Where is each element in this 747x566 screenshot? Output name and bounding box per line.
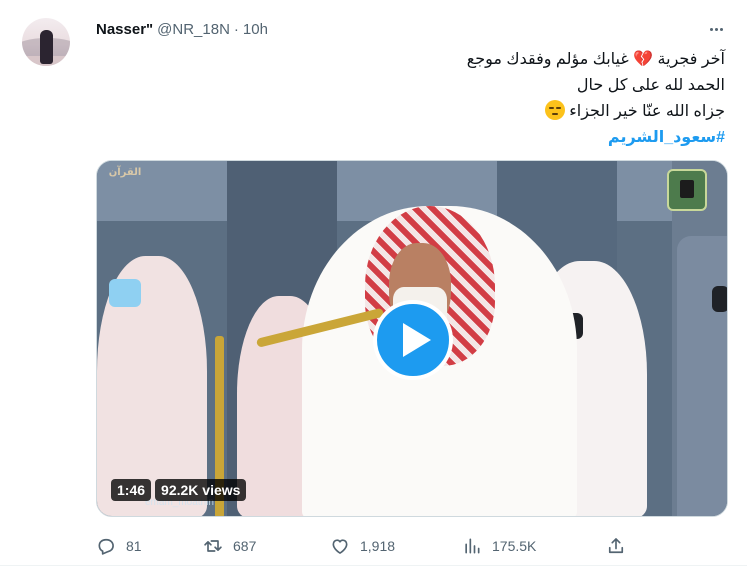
tweet-actions: 81 687 1,918 175.5K: [96, 534, 728, 558]
views-count: 175.5K: [492, 538, 537, 554]
video-face-mask: [712, 286, 727, 312]
broken-heart-icon: 💔: [633, 49, 654, 68]
video-duration: 1:46: [111, 479, 152, 501]
video-face-mask: [109, 279, 141, 307]
header-separator: ·: [233, 20, 239, 38]
reply-icon: [98, 538, 114, 555]
video-views: 92.2K views: [155, 479, 247, 501]
retweet-count: 687: [233, 538, 257, 554]
analytics-icon: [465, 538, 480, 554]
author-display-name[interactable]: Nasser": [96, 21, 153, 38]
tweet[interactable]: Nasser" @NR_18N · 10h آخر فجرية 💔 غيابك …: [0, 0, 747, 566]
tweet-line-2: الحمد لله على كل حال: [576, 77, 725, 94]
tweet-header: Nasser" @NR_18N · 10h: [96, 18, 268, 40]
retweet-icon: [204, 540, 222, 552]
reply-button[interactable]: 81: [96, 534, 142, 558]
more-options-icon[interactable]: [706, 21, 726, 37]
video-player[interactable]: القرآن emam_moathin 1:46 92.2K views: [96, 160, 728, 517]
channel-logo: القرآن: [108, 167, 142, 178]
play-icon: [403, 323, 431, 357]
tweet-text: آخر فجرية 💔 غيابك مؤلم وفقدك موجع الحمد …: [125, 46, 725, 151]
author-handle[interactable]: @NR_18N: [157, 21, 230, 38]
share-icon: [608, 538, 624, 554]
like-button[interactable]: 1,918: [330, 534, 395, 558]
emblem-logo: [667, 169, 707, 211]
tweet-timestamp[interactable]: 10h: [243, 21, 268, 38]
tweet-line-1: آخر فجرية 💔 غيابك مؤلم وفقدك موجع: [125, 46, 725, 73]
video-person: [677, 236, 727, 516]
tweet-line-3-text: جزاه الله عنّا خير الجزاء: [569, 103, 725, 120]
tweet-line-1-start: آخر فجرية: [653, 51, 725, 68]
share-button[interactable]: [606, 534, 626, 558]
play-button[interactable]: [373, 300, 453, 380]
reply-count: 81: [126, 538, 142, 554]
relieved-face-icon: [544, 100, 565, 120]
video-badges: 1:46 92.2K views: [111, 479, 247, 501]
tweet-line-1-end: غيابك مؤلم وفقدك موجع: [466, 51, 634, 68]
tweet-line-3: جزاه الله عنّا خير الجزاء: [125, 99, 725, 125]
retweet-button[interactable]: 687: [203, 534, 256, 558]
hashtag-link[interactable]: #سعود_الشريم: [125, 125, 725, 151]
like-count: 1,918: [360, 538, 396, 554]
avatar-figure: [40, 30, 53, 64]
heart-icon: [332, 539, 348, 554]
avatar[interactable]: [22, 18, 70, 66]
views-button[interactable]: 175.5K: [462, 534, 536, 558]
